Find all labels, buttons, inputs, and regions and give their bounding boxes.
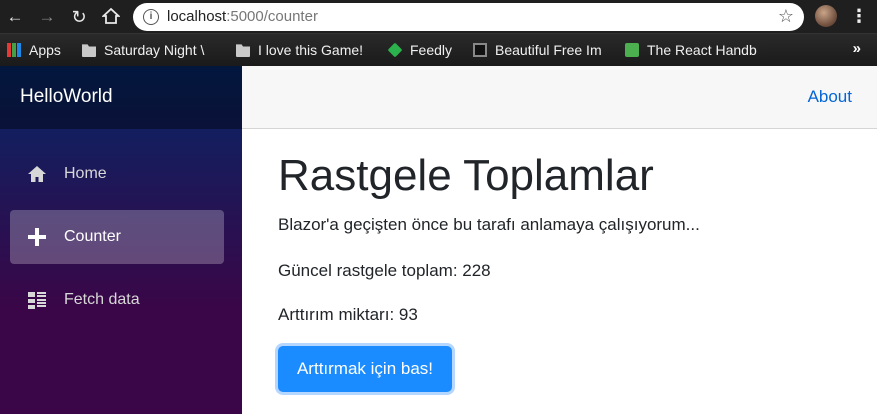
bookmark-label: The React Handb bbox=[647, 42, 757, 58]
bookmark-apps[interactable]: Apps bbox=[7, 40, 77, 60]
menu-dots-icon[interactable]: ⋮ bbox=[850, 6, 868, 26]
browser-toolbar: ← → ↻ i localhost:5000/counter ☆ ⋮ bbox=[0, 0, 877, 33]
bookmark-label: Saturday Night \ bbox=[104, 42, 205, 58]
back-icon[interactable]: ← bbox=[5, 7, 25, 27]
sidebar-item-label: Fetch data bbox=[64, 291, 140, 308]
bookmark-react-handbook[interactable]: The React Handb bbox=[625, 40, 759, 60]
folder-icon bbox=[82, 44, 96, 57]
bookmark-feedly[interactable]: Feedly bbox=[388, 40, 468, 60]
info-icon[interactable]: i bbox=[143, 9, 159, 25]
url-host: localhost bbox=[167, 8, 227, 25]
about-link[interactable]: About bbox=[808, 87, 852, 107]
address-bar[interactable]: i localhost:5000/counter ☆ bbox=[133, 3, 804, 31]
bookmark-beautiful-free[interactable]: Beautiful Free Im bbox=[473, 40, 613, 60]
sidebar-item-home[interactable]: Home bbox=[10, 147, 224, 201]
forward-icon[interactable]: → bbox=[37, 7, 57, 27]
sidebar: HelloWorld Home Counter Fetch data bbox=[0, 66, 242, 414]
avatar[interactable] bbox=[815, 5, 837, 27]
sidebar-item-counter[interactable]: Counter bbox=[10, 210, 224, 264]
apps-grid-icon bbox=[7, 43, 21, 57]
bookmark-icon bbox=[625, 43, 639, 57]
bookmark-label: Beautiful Free Im bbox=[495, 42, 602, 58]
sidebar-item-label: Home bbox=[64, 165, 107, 182]
home-icon bbox=[28, 166, 46, 182]
home-browser-icon[interactable] bbox=[101, 7, 121, 27]
feedly-icon bbox=[388, 42, 403, 58]
bookmark-folder-game[interactable]: I love this Game! bbox=[236, 40, 376, 60]
bookmark-label: I love this Game! bbox=[258, 42, 364, 58]
bookmarks-bar: Apps Saturday Night \ I love this Game! … bbox=[0, 33, 877, 66]
brand-link[interactable]: HelloWorld bbox=[20, 86, 113, 108]
brand-bar: HelloWorld bbox=[0, 66, 242, 129]
url-path: :5000/counter bbox=[226, 8, 318, 25]
url-text[interactable]: localhost:5000/counter bbox=[167, 8, 318, 25]
bookmark-label: Feedly bbox=[410, 42, 453, 58]
page-subtitle: Blazor'a geçişten önce bu tarafı anlamay… bbox=[278, 215, 700, 234]
current-total-text: Güncel rastgele toplam: 228 bbox=[278, 261, 491, 280]
reload-icon[interactable]: ↻ bbox=[69, 7, 89, 27]
sidebar-item-label: Counter bbox=[64, 228, 121, 245]
sidebar-item-fetch-data[interactable]: Fetch data bbox=[10, 273, 224, 327]
page-title: Rastgele Toplamlar bbox=[278, 151, 654, 200]
more-bookmarks-icon[interactable]: » bbox=[853, 40, 861, 57]
folder-icon bbox=[236, 44, 250, 57]
bookmark-icon bbox=[473, 43, 487, 57]
increment-text: Arttırım miktarı: 93 bbox=[278, 305, 418, 324]
increment-button[interactable]: Arttırmak için bas! bbox=[278, 346, 452, 392]
bookmark-label: Apps bbox=[29, 42, 61, 58]
plus-icon bbox=[28, 228, 46, 246]
top-row: About bbox=[242, 66, 877, 129]
star-icon[interactable]: ☆ bbox=[778, 6, 794, 27]
list-icon bbox=[28, 292, 46, 309]
bookmark-folder-saturday[interactable]: Saturday Night \ bbox=[82, 40, 223, 60]
